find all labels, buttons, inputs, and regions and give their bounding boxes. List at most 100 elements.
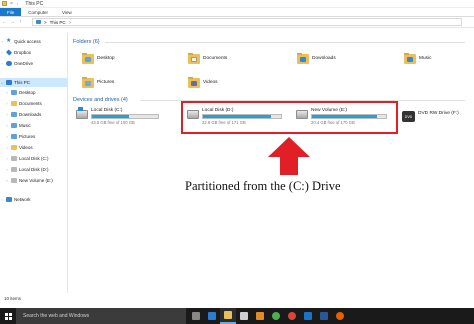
media-player-icon[interactable] (252, 308, 268, 324)
sidebar-item-this-pc[interactable]: ⌄ This PC (0, 78, 67, 87)
expand-chevron-icon[interactable]: › (0, 50, 4, 55)
folder-desktop[interactable]: Desktop (82, 53, 115, 64)
sidebar-item-dropbox[interactable]: › Dropbox (0, 48, 67, 57)
status-item-count: 10 items (4, 296, 22, 301)
folder-label: Videos (203, 80, 218, 85)
expand-chevron-icon[interactable]: › (5, 101, 9, 106)
collapse-chevron-icon[interactable]: ⌄ (0, 80, 4, 85)
folder-label: Music (419, 56, 432, 61)
up-button[interactable]: ↑ (18, 19, 23, 25)
folder-label: Downloads (312, 56, 336, 61)
folder-pictures[interactable]: Pictures (82, 77, 114, 88)
sidebar-item-desktop[interactable]: › Desktop (0, 88, 67, 97)
dropbox-icon (5, 49, 13, 56)
word-icon[interactable] (316, 308, 332, 324)
tab-view[interactable]: View (55, 8, 79, 16)
sidebar-item-quick-access[interactable]: › ★ Quick access (0, 37, 67, 46)
start-button[interactable] (0, 308, 16, 324)
expand-chevron-icon[interactable]: › (0, 39, 4, 44)
taskbar-search-box[interactable]: Search the web and Windows (16, 308, 186, 324)
expand-chevron-icon[interactable]: › (0, 197, 4, 202)
expand-chevron-icon[interactable]: › (5, 167, 9, 172)
address-separator: > (44, 19, 47, 25)
quick-access-toolbar-sep: = (10, 0, 13, 7)
sidebar-item-local-disk-c[interactable]: › Local Disk (C:) (0, 154, 67, 163)
folders-heading[interactable]: Folders (6) (73, 39, 100, 45)
network-icon (6, 197, 12, 202)
address-chevron-icon[interactable]: > (69, 20, 72, 25)
videos-icon (11, 145, 17, 150)
back-button[interactable]: ← (2, 19, 7, 25)
sidebar-item-label: New Volume (E:) (19, 178, 53, 183)
file-explorer-icon[interactable] (220, 308, 236, 324)
task-view-icon[interactable] (188, 308, 204, 324)
expand-chevron-icon[interactable]: › (5, 145, 9, 150)
drive-icon (11, 178, 17, 183)
sidebar-item-label: Local Disk (D:) (19, 167, 49, 172)
red-up-arrow-icon (268, 137, 310, 175)
store-icon[interactable] (236, 308, 252, 324)
videos-folder-icon (188, 77, 200, 88)
folder-label: Desktop (97, 56, 115, 61)
pictures-folder-icon (82, 77, 94, 88)
expand-chevron-icon[interactable]: › (5, 156, 9, 161)
drive-dvd-f[interactable]: DVD DVD RW Drive (F:) (402, 111, 459, 122)
dvd-drive-icon: DVD (402, 111, 415, 122)
expand-chevron-icon[interactable]: › (0, 61, 4, 66)
tab-file[interactable]: File (0, 8, 22, 16)
chrome-alt-icon[interactable] (284, 308, 300, 324)
drive-icon (11, 167, 17, 172)
folder-music[interactable]: Music (404, 53, 432, 64)
sidebar-item-label: Music (19, 123, 31, 128)
sidebar-item-documents[interactable]: › Documents (0, 99, 67, 108)
sidebar-item-label: Downloads (19, 112, 42, 117)
address-location: This PC (49, 19, 66, 25)
sidebar-item-label: OneDrive (14, 61, 34, 66)
sidebar-item-label: Documents (19, 101, 42, 106)
sidebar-item-network[interactable]: › Network (0, 195, 67, 204)
sidebar-item-label: Desktop (19, 90, 36, 95)
chrome-icon[interactable] (268, 308, 284, 324)
sidebar-item-label: Pictures (19, 134, 36, 139)
folder-downloads[interactable]: Downloads (297, 53, 336, 64)
window-title: This PC (25, 0, 44, 7)
sidebar-item-downloads[interactable]: › Downloads (0, 110, 67, 119)
quick-access-chevron-icon[interactable]: ↓ (16, 1, 19, 7)
pc-icon (6, 80, 12, 85)
sidebar-item-label: This PC (14, 80, 31, 85)
devices-heading[interactable]: Devices and drives (4) (73, 97, 128, 103)
edge-icon[interactable] (204, 308, 220, 324)
sidebar-item-music[interactable]: › Music (0, 121, 67, 130)
drive-c[interactable]: Local Disk (C:) 43.5 GB free of 100 GB (76, 107, 159, 125)
sidebar-item-label: Videos (19, 145, 33, 150)
sidebar-item-label: Network (14, 197, 31, 202)
forward-button[interactable]: → (10, 19, 15, 25)
expand-chevron-icon[interactable]: › (5, 134, 9, 139)
sidebar-item-label: Dropbox (14, 50, 32, 55)
sidebar-item-pictures[interactable]: › Pictures (0, 132, 67, 141)
outlook-icon[interactable] (300, 308, 316, 324)
address-box[interactable]: > This PC > (32, 18, 462, 26)
folder-documents[interactable]: Documents (188, 53, 227, 64)
tab-computer[interactable]: Computer (21, 8, 55, 16)
expand-chevron-icon[interactable]: › (5, 90, 9, 95)
folder-icon (11, 101, 17, 106)
folder-label: Documents (203, 56, 228, 61)
folder-videos[interactable]: Videos (188, 77, 218, 88)
partition-highlight-box (181, 101, 398, 134)
firefox-icon[interactable] (332, 308, 348, 324)
sidebar-item-videos[interactable]: › Videos (0, 143, 67, 152)
address-bar-row: ← → ↑ > This PC > (0, 17, 474, 28)
sidebar-item-onedrive[interactable]: › OneDrive (0, 59, 67, 68)
desktop-folder-icon (82, 53, 94, 64)
title-bar: = ↓ This PC (0, 0, 474, 8)
expand-chevron-icon[interactable]: › (5, 123, 9, 128)
expand-chevron-icon[interactable]: › (5, 112, 9, 117)
pictures-icon (11, 134, 17, 139)
expand-chevron-icon[interactable]: › (5, 178, 9, 183)
navigation-pane: › ★ Quick access › Dropbox › OneDrive ⌄ … (0, 33, 68, 293)
sidebar-item-new-volume-e[interactable]: › New Volume (E:) (0, 176, 67, 185)
sidebar-item-local-disk-d[interactable]: › Local Disk (D:) (0, 165, 67, 174)
quick-access-folder-icon[interactable] (2, 1, 7, 6)
documents-folder-icon (188, 53, 200, 64)
